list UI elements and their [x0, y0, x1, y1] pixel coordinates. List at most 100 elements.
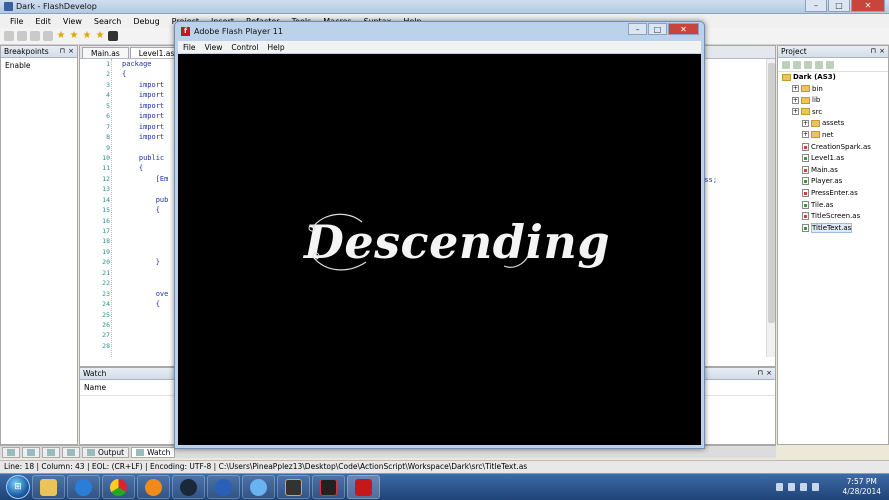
watch-title: Watch	[83, 369, 107, 378]
network-icon[interactable]	[800, 483, 807, 491]
tab-output[interactable]: Output	[82, 446, 130, 458]
taskbar-chrome[interactable]	[102, 475, 135, 499]
tab-main-as[interactable]: Main.as	[82, 47, 129, 58]
output-icon	[87, 448, 95, 456]
tree-folder[interactable]: + assets	[778, 118, 888, 130]
bookmark-prev-icon[interactable]: ★	[82, 31, 92, 41]
editor-scrollbar[interactable]	[766, 59, 775, 357]
taskbar-media-player[interactable]	[67, 475, 100, 499]
taskbar: ⊞ 7:57 PM 4/28/2014	[0, 473, 889, 500]
taskbar-flash-player[interactable]	[347, 475, 380, 499]
tree-folder[interactable]: + src	[778, 107, 888, 119]
flash-stage[interactable]: Descending	[178, 54, 701, 445]
pin-icon[interactable]: ⊓	[60, 46, 65, 57]
folder-icon	[801, 85, 810, 93]
taskbar-blender[interactable]	[137, 475, 170, 499]
as-file-icon	[802, 165, 809, 174]
tree-folder[interactable]: + lib	[778, 95, 888, 107]
build-icon[interactable]	[108, 31, 118, 41]
steam-icon	[180, 478, 197, 496]
volume-icon[interactable]	[812, 483, 819, 491]
new-icon[interactable]	[782, 60, 790, 69]
tree-item-label: Main.as	[811, 165, 838, 174]
expand-icon[interactable]: +	[802, 131, 809, 139]
bookmark-next-icon[interactable]: ★	[69, 31, 79, 41]
flashdevelop-icon	[4, 2, 13, 11]
menu-file[interactable]: File	[10, 17, 23, 26]
expand-icon[interactable]: +	[792, 96, 799, 104]
taskbar-explorer[interactable]	[32, 475, 65, 499]
breakpoints-panel: Breakpoints ⊓ × Enable	[0, 45, 78, 445]
taskbar-fx[interactable]	[312, 475, 345, 499]
fold-margin[interactable]	[111, 59, 119, 357]
tab-icon-2[interactable]	[22, 446, 40, 458]
minimize-button[interactable]: –	[628, 23, 647, 35]
line-number: 19	[102, 247, 110, 256]
tree-file[interactable]: TitleText.as	[778, 222, 888, 235]
flash-menu-control[interactable]: Control	[231, 43, 258, 52]
collapse-icon[interactable]	[826, 60, 834, 69]
close-icon[interactable]: ×	[879, 46, 885, 57]
settings-icon[interactable]	[804, 60, 812, 69]
flash-menu-help[interactable]: Help	[268, 43, 285, 52]
clock[interactable]: 7:57 PM 4/28/2014	[843, 477, 881, 497]
minimize-button[interactable]: –	[805, 0, 827, 12]
expand-icon[interactable]: +	[802, 119, 809, 127]
line-number: 3	[106, 80, 110, 89]
tree-root[interactable]: Dark (AS3)	[778, 72, 888, 84]
line-number: 16	[102, 216, 110, 225]
folder-icon	[811, 119, 820, 127]
tab-icon-4[interactable]	[62, 446, 80, 458]
new-file-icon[interactable]	[4, 31, 14, 41]
refresh-icon[interactable]	[793, 60, 801, 69]
flash-icon	[355, 478, 372, 496]
save-all-icon[interactable]	[43, 31, 53, 41]
close-icon[interactable]: ×	[766, 368, 772, 379]
tree-file[interactable]: Player.as	[778, 176, 888, 188]
as-file-icon	[802, 142, 809, 151]
taskbar-flashdevelop[interactable]	[277, 475, 310, 499]
menu-debug[interactable]: Debug	[133, 17, 159, 26]
taskbar-itunes[interactable]	[242, 475, 275, 499]
menu-search[interactable]: Search	[94, 17, 121, 26]
tree-file[interactable]: PressEnter.as	[778, 188, 888, 200]
maximize-button[interactable]: □	[828, 0, 850, 12]
pin-icon[interactable]: ⊓	[871, 46, 876, 57]
taskbar-chrome-app[interactable]	[207, 475, 240, 499]
bookmark-icon[interactable]: ★	[56, 31, 66, 41]
expand-icon[interactable]: +	[792, 85, 799, 93]
scrollbar-thumb[interactable]	[768, 63, 775, 323]
tab-icon-3[interactable]	[42, 446, 60, 458]
sync-icon[interactable]	[815, 60, 823, 69]
tray-icon[interactable]	[776, 483, 783, 491]
menu-view[interactable]: View	[63, 17, 82, 26]
save-icon[interactable]	[30, 31, 40, 41]
line-number: 4	[106, 91, 110, 100]
close-button[interactable]: ✕	[668, 23, 699, 35]
tree-file[interactable]: Tile.as	[778, 200, 888, 212]
tree-file[interactable]: Main.as	[778, 165, 888, 177]
maximize-button[interactable]: □	[648, 23, 667, 35]
tree-folder[interactable]: + net	[778, 130, 888, 142]
flash-menu-view[interactable]: View	[205, 43, 223, 52]
flash-menu-file[interactable]: File	[183, 43, 196, 52]
tab-icon-1[interactable]	[2, 446, 20, 458]
tree-folder[interactable]: + bin	[778, 84, 888, 96]
expand-icon[interactable]: +	[792, 108, 799, 116]
breakpoints-column-enable[interactable]: Enable	[1, 58, 77, 73]
open-icon[interactable]	[17, 31, 27, 41]
tray-icon[interactable]	[788, 483, 795, 491]
tab-watch[interactable]: Watch	[131, 446, 176, 458]
tree-file[interactable]: TitleScreen.as	[778, 211, 888, 223]
close-icon[interactable]: ×	[68, 46, 74, 57]
taskbar-steam[interactable]	[172, 475, 205, 499]
app-icon	[215, 478, 232, 496]
bookmark-clear-icon[interactable]: ★	[95, 31, 105, 41]
tree-file[interactable]: Level1.as	[778, 153, 888, 165]
menu-edit[interactable]: Edit	[35, 17, 51, 26]
close-button[interactable]: ✕	[851, 0, 885, 12]
start-button[interactable]: ⊞	[6, 475, 30, 499]
folder-icon	[801, 96, 810, 104]
pin-icon[interactable]: ⊓	[758, 368, 763, 379]
tree-file[interactable]: CreationSpark.as	[778, 142, 888, 154]
